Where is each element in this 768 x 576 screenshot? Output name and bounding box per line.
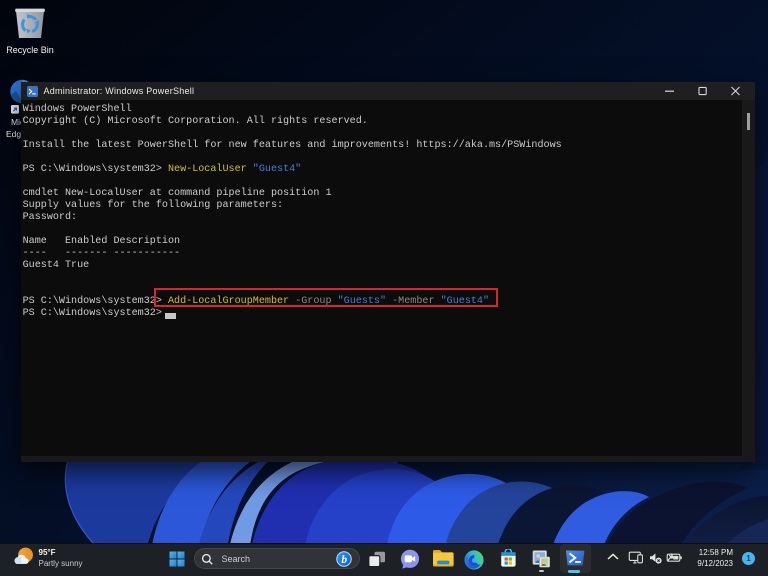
svg-text:b: b xyxy=(341,553,347,565)
